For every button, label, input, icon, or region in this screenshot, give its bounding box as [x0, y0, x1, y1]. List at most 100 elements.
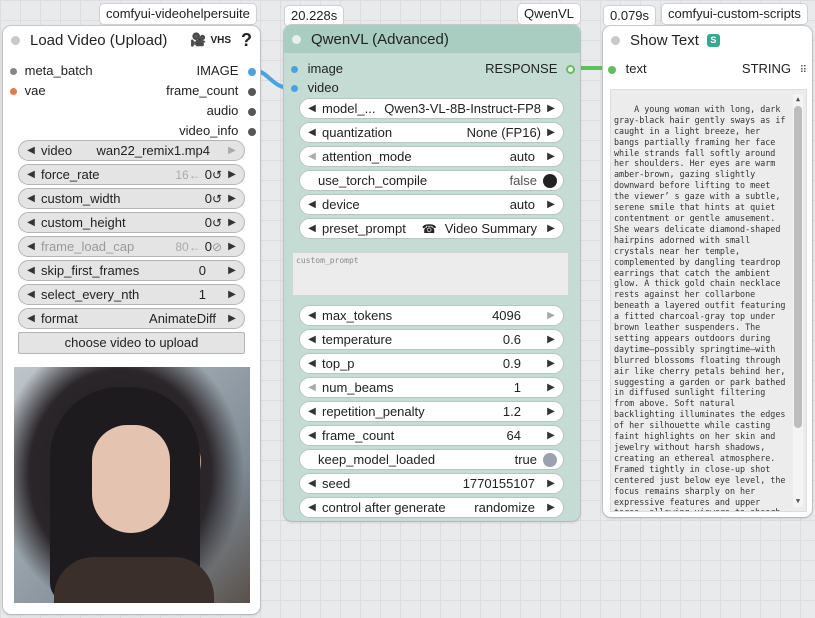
toggle-knob[interactable] — [543, 173, 557, 188]
next-arrow-icon[interactable]: ▶ — [226, 313, 238, 324]
keep-model-loaded-toggle[interactable]: keep_model_loaded true — [299, 449, 564, 470]
select-every-nth-number[interactable]: ◀ select_every_nth 1 ▶ — [18, 284, 245, 305]
frame-count-number[interactable]: ◀ frame_count 64 ▶ — [299, 425, 564, 446]
decrement-arrow-icon[interactable]: ◀ — [25, 289, 37, 300]
num-beams-number[interactable]: ◀ num_beams 1 ▶ — [299, 377, 564, 398]
prev-arrow-icon[interactable]: ◀ — [306, 151, 318, 162]
prev-arrow-icon[interactable]: ◀ — [306, 199, 318, 210]
custom-height-number[interactable]: ◀ custom_height 0 ↺ ▶ — [18, 212, 245, 233]
next-arrow-icon[interactable]: ▶ — [545, 127, 557, 138]
decrement-arrow-icon[interactable]: ◀ — [306, 406, 318, 417]
skip-first-frames-number[interactable]: ◀ skip_first_frames 0 ▶ — [18, 260, 245, 281]
decrement-arrow-icon[interactable]: ◀ — [306, 310, 318, 321]
text-scrollbar[interactable]: ▲ ▼ — [793, 94, 803, 507]
increment-arrow-icon[interactable]: ▶ — [545, 478, 557, 489]
output-frame-count[interactable]: frame_count — [166, 83, 256, 99]
prev-arrow-icon[interactable]: ◀ — [25, 145, 37, 156]
load-video-node[interactable]: Load Video (Upload) 🎥 VHS ? meta_batch v… — [3, 26, 260, 614]
custom-prompt-textarea[interactable]: custom_prompt — [292, 252, 569, 296]
device-combo[interactable]: ◀ device auto ▶ — [299, 194, 564, 215]
force-rate-number[interactable]: ◀ force_rate 16← 0 ↺ ▶ — [18, 164, 245, 185]
reset-icon[interactable]: ↺ — [212, 192, 222, 206]
quantization-combo[interactable]: ◀ quantization None (FP16) ▶ — [299, 122, 564, 143]
prev-arrow-icon[interactable]: ◀ — [306, 103, 318, 114]
preset-prompt-combo[interactable]: ◀ preset_prompt ☎ Video Summary ▶ — [299, 218, 564, 239]
attention-mode-combo[interactable]: ◀ attention_mode auto ▶ — [299, 146, 564, 167]
output-port[interactable] — [566, 65, 575, 75]
decrement-arrow-icon[interactable]: ◀ — [25, 265, 37, 276]
decrement-arrow-icon[interactable]: ◀ — [25, 169, 37, 180]
model-combo[interactable]: ◀ model_... Qwen3-VL-8B-Instruct-FP8 ▶ — [299, 98, 564, 119]
prev-arrow-icon[interactable]: ◀ — [306, 223, 318, 234]
output-response[interactable]: RESPONSE — [485, 61, 575, 77]
reset-icon[interactable]: ↺ — [212, 168, 222, 182]
prev-arrow-icon[interactable]: ◀ — [306, 127, 318, 138]
input-port[interactable] — [10, 68, 17, 76]
load-video-title-bar[interactable]: Load Video (Upload) 🎥 VHS ? — [3, 26, 260, 54]
input-port[interactable] — [608, 65, 616, 74]
input-port[interactable] — [291, 85, 298, 93]
decrement-arrow-icon[interactable]: ◀ — [306, 382, 318, 393]
scroll-down-icon[interactable]: ▼ — [793, 496, 803, 507]
disabled-icon[interactable]: ⊘ — [212, 240, 222, 254]
scroll-thumb[interactable] — [794, 106, 802, 428]
increment-arrow-icon[interactable]: ▶ — [545, 406, 557, 417]
input-vae[interactable]: vae — [10, 83, 46, 99]
upload-button[interactable]: choose video to upload — [18, 332, 245, 354]
increment-arrow-icon[interactable]: ▶ — [545, 382, 557, 393]
decrement-arrow-icon[interactable]: ◀ — [25, 217, 37, 228]
next-arrow-icon[interactable]: ▶ — [545, 502, 557, 513]
increment-arrow-icon[interactable]: ▶ — [226, 169, 238, 180]
toggle-knob[interactable] — [543, 452, 557, 467]
decrement-arrow-icon[interactable]: ◀ — [306, 478, 318, 489]
collapse-dot[interactable] — [611, 35, 620, 45]
top-p-number[interactable]: ◀ top_p 0.9 ▶ — [299, 353, 564, 374]
increment-arrow-icon[interactable]: ▶ — [226, 289, 238, 300]
grid-dots-icon[interactable]: ⠿ — [800, 65, 807, 76]
input-port[interactable] — [10, 88, 17, 96]
input-text[interactable]: text — [608, 61, 647, 77]
input-port[interactable] — [291, 66, 298, 74]
max-tokens-number[interactable]: ◀ max_tokens 4096 ▶ — [299, 305, 564, 326]
next-arrow-icon[interactable]: ▶ — [545, 199, 557, 210]
video-combo[interactable]: ◀ video wan22_remix1.mp4 ▶ — [18, 140, 245, 161]
input-video[interactable]: video — [291, 80, 339, 96]
repetition-penalty-number[interactable]: ◀ repetition_penalty 1.2 ▶ — [299, 401, 564, 422]
format-combo[interactable]: ◀ format AnimateDiff ▶ — [18, 308, 245, 329]
help-icon[interactable]: ? — [241, 30, 252, 51]
increment-arrow-icon[interactable]: ▶ — [226, 217, 238, 228]
output-port[interactable] — [248, 127, 256, 136]
increment-arrow-icon[interactable]: ▶ — [226, 241, 238, 252]
output-port[interactable] — [248, 107, 256, 116]
decrement-arrow-icon[interactable]: ◀ — [25, 241, 37, 252]
decrement-arrow-icon[interactable]: ◀ — [306, 334, 318, 345]
output-image[interactable]: IMAGE — [196, 63, 256, 79]
reset-icon[interactable]: ↺ — [212, 216, 222, 230]
input-meta-batch[interactable]: meta_batch — [10, 63, 93, 79]
increment-arrow-icon[interactable]: ▶ — [226, 193, 238, 204]
qwenvl-title-bar[interactable]: QwenVL (Advanced) — [284, 25, 580, 53]
next-arrow-icon[interactable]: ▶ — [545, 103, 557, 114]
prev-arrow-icon[interactable]: ◀ — [306, 502, 318, 513]
increment-arrow-icon[interactable]: ▶ — [545, 334, 557, 345]
collapse-dot[interactable] — [292, 34, 301, 44]
next-arrow-icon[interactable]: ▶ — [545, 151, 557, 162]
increment-arrow-icon[interactable]: ▶ — [545, 430, 557, 441]
output-video-info[interactable]: video_info — [179, 123, 256, 139]
frame-load-cap-number[interactable]: ◀ frame_load_cap 80← 0 ⊘ ▶ — [18, 236, 245, 257]
collapse-dot[interactable] — [11, 35, 20, 45]
scroll-up-icon[interactable]: ▲ — [793, 94, 803, 105]
output-audio[interactable]: audio — [207, 103, 256, 119]
decrement-arrow-icon[interactable]: ◀ — [25, 193, 37, 204]
use-torch-compile-toggle[interactable]: use_torch_compile false — [299, 170, 564, 191]
decrement-arrow-icon[interactable]: ◀ — [306, 358, 318, 369]
show-text-node[interactable]: Show Text S text STRING ⠿ A young woman … — [603, 26, 812, 517]
qwenvl-node[interactable]: QwenVL (Advanced) image video RESPONSE ◀… — [284, 25, 580, 521]
custom-width-number[interactable]: ◀ custom_width 0 ↺ ▶ — [18, 188, 245, 209]
input-image[interactable]: image — [291, 61, 343, 77]
output-string[interactable]: STRING ⠿ — [742, 61, 807, 77]
control-after-generate-combo[interactable]: ◀ control after generate randomize ▶ — [299, 497, 564, 518]
temperature-number[interactable]: ◀ temperature 0.6 ▶ — [299, 329, 564, 350]
increment-arrow-icon[interactable]: ▶ — [545, 310, 557, 321]
text-display[interactable]: A young woman with long, dark gray-black… — [610, 89, 807, 512]
